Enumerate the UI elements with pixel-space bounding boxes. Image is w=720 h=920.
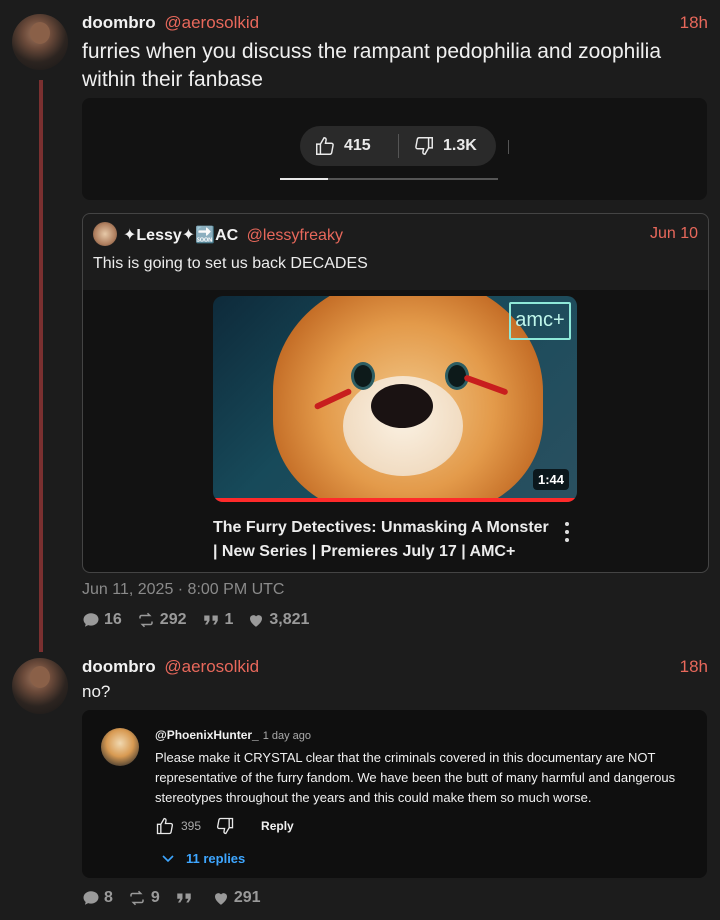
quote-icon xyxy=(203,615,218,625)
avatar[interactable] xyxy=(12,14,68,70)
thumbnail-progress-bar xyxy=(213,498,577,502)
quote-author-name[interactable]: ✦Lessy✦🔜AC xyxy=(123,227,238,244)
video-duration: 1:44 xyxy=(532,469,569,490)
comment-actions: 395 Reply xyxy=(155,816,294,836)
quote-button[interactable] xyxy=(174,889,198,907)
toolbar-divider xyxy=(508,140,509,154)
chevron-down-icon xyxy=(162,854,174,862)
heart-icon xyxy=(250,615,263,627)
quote-text: This is going to set us back DECADES xyxy=(93,255,368,272)
thumbs-down-icon xyxy=(217,817,234,835)
mascot-eye-left xyxy=(351,362,375,390)
post-stats: 16 292 1 3,821 xyxy=(82,611,323,629)
commenter-avatar xyxy=(101,728,139,766)
repost-button[interactable]: 9 xyxy=(127,889,160,907)
video-progress-track[interactable] xyxy=(280,178,498,180)
author-name[interactable]: doombro xyxy=(82,13,156,32)
video-embed[interactable]: 415 1.3K xyxy=(82,98,707,200)
like-button[interactable]: 291 xyxy=(212,889,261,907)
author-handle[interactable]: @aerosolkid xyxy=(164,13,259,32)
post-main: doombro @aerosolkid 18h furries when you… xyxy=(0,0,720,652)
vote-pill: 415 1.3K xyxy=(300,126,496,166)
like-count: 291 xyxy=(233,889,261,906)
video-thumbnail[interactable]: amc+ 1:44 xyxy=(213,296,577,502)
replies-count: 8 xyxy=(104,889,113,906)
author-name[interactable]: doombro xyxy=(82,657,156,676)
video-progress-fill xyxy=(280,178,328,180)
quote-card[interactable]: ✦Lessy✦🔜AC @lessyfreaky Jun 10 This is g… xyxy=(82,213,709,573)
thumbs-up-icon xyxy=(316,137,334,155)
post-text: no? xyxy=(82,682,111,701)
like-count: 415 xyxy=(344,137,371,154)
dislike-button[interactable]: 1.3K xyxy=(399,126,477,166)
post-timestamp[interactable]: Jun 11, 2025 · 8:00 PM UTC xyxy=(82,581,284,599)
comment-icon xyxy=(83,891,99,905)
thumbs-down-icon xyxy=(415,137,433,155)
author-handle[interactable]: @aerosolkid xyxy=(164,657,259,676)
thread-line xyxy=(39,80,43,652)
dislike-count: 1.3K xyxy=(443,137,477,154)
quote-author-handle[interactable]: @lessyfreaky xyxy=(247,227,343,244)
repost-button[interactable]: 292 xyxy=(136,611,187,629)
quote-author: ✦Lessy✦🔜AC @lessyfreaky xyxy=(123,225,343,245)
like-count: 3,821 xyxy=(269,611,310,628)
thumbs-up-icon xyxy=(156,817,174,835)
repost-count: 9 xyxy=(150,889,160,906)
quote-icon xyxy=(177,893,191,903)
youtube-comment-screenshot[interactable]: @PhoenixHunter_ 1 day ago Please make it … xyxy=(82,710,707,878)
post-stats: 8 9 291 xyxy=(82,889,275,907)
post-author: doombro @aerosolkid xyxy=(82,657,259,677)
heart-icon xyxy=(214,893,227,905)
replies-button[interactable]: 8 xyxy=(82,889,113,907)
more-options-icon[interactable] xyxy=(565,522,569,544)
repost-icon xyxy=(139,612,153,628)
amc-logo: amc+ xyxy=(509,302,571,340)
comment-reply-button: Reply xyxy=(261,819,294,833)
replies-count-label: 11 replies xyxy=(186,851,246,866)
quote-button[interactable]: 1 xyxy=(201,611,234,629)
comment-header: @PhoenixHunter_ 1 day ago xyxy=(155,728,311,742)
repost-count: 292 xyxy=(159,611,187,628)
quote-count: 1 xyxy=(224,611,234,628)
quote-avatar[interactable] xyxy=(93,222,117,246)
comment-age: 1 day ago xyxy=(262,730,312,742)
quote-time[interactable]: Jun 10 xyxy=(650,225,698,243)
post-time[interactable]: 18h xyxy=(680,13,708,33)
post-author: doombro @aerosolkid xyxy=(82,13,259,33)
comment-icon xyxy=(83,613,99,627)
avatar[interactable] xyxy=(12,658,68,714)
mascot-nose xyxy=(371,384,433,428)
comment-text: Please make it CRYSTAL clear that the cr… xyxy=(155,750,676,805)
post-time[interactable]: 18h xyxy=(680,657,708,677)
view-replies: 11 replies xyxy=(162,851,245,866)
comment-like-count: 395 xyxy=(181,819,202,833)
replies-count: 16 xyxy=(104,611,122,628)
video-title[interactable]: The Furry Detectives: Unmasking A Monste… xyxy=(213,516,553,564)
like-button[interactable]: 3,821 xyxy=(247,611,309,629)
post-text: furries when you discuss the rampant ped… xyxy=(82,40,662,91)
replies-button[interactable]: 16 xyxy=(82,611,122,629)
like-button[interactable]: 415 xyxy=(300,126,398,166)
commenter-name: @PhoenixHunter_ xyxy=(155,728,259,742)
repost-icon xyxy=(130,890,144,906)
